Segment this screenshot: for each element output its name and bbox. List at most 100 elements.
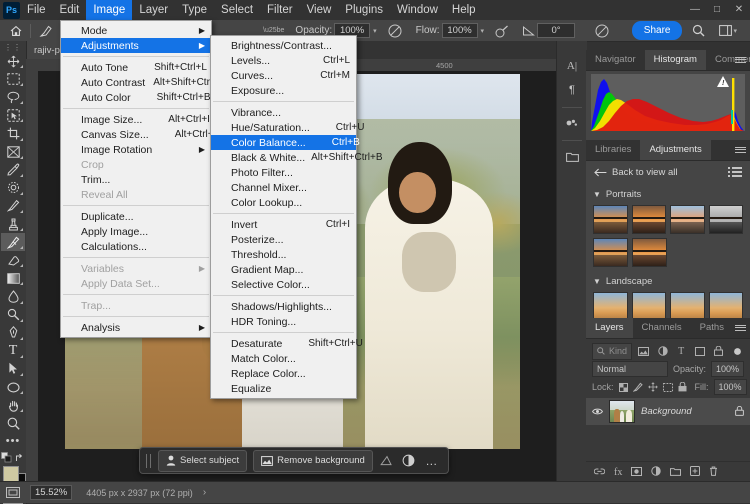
flow-control[interactable]: Flow: 100% ▾ <box>412 20 491 41</box>
panel-menu-icon[interactable] <box>735 145 746 154</box>
menu-item-trim[interactable]: Trim... <box>61 172 211 187</box>
preset-thumbnail[interactable] <box>593 238 628 267</box>
eyedropper-tool[interactable] <box>1 161 25 179</box>
character-panel-button[interactable]: A| <box>560 55 584 77</box>
chevron-down-icon[interactable]: ▾ <box>733 27 737 35</box>
smart-object-filter-icon[interactable] <box>712 344 726 358</box>
tab-paths[interactable]: Paths <box>691 318 733 338</box>
screen-mode-button[interactable] <box>0 487 26 498</box>
menu-item-adjustments[interactable]: Adjustments ▶ <box>61 38 211 53</box>
tab-navigator[interactable]: Navigator <box>586 50 645 70</box>
image-menu-dropdown[interactable]: Mode ▶ Adjustments ▶ Auto Tone Shift+Ctr… <box>60 20 224 338</box>
landscape-group-header[interactable]: ▼ Landscape <box>593 273 743 289</box>
preset-thumbnail[interactable] <box>593 292 628 321</box>
edit-toolbar-button[interactable]: ••• <box>1 432 25 450</box>
menu-item-channel-mixer[interactable]: Channel Mixer... <box>211 180 356 195</box>
menu-item-threshold[interactable]: Threshold... <box>211 247 356 262</box>
menu-item-selective-color[interactable]: Selective Color... <box>211 277 356 292</box>
libraries-button[interactable] <box>560 145 584 167</box>
portraits-group-header[interactable]: ▼ Portraits <box>593 186 743 202</box>
menu-item-photo-filter[interactable]: Photo Filter... <box>211 165 356 180</box>
tab-channels[interactable]: Channels <box>633 318 691 338</box>
layer-row-background[interactable]: Background <box>586 398 750 425</box>
panel-menu-icon[interactable] <box>735 323 746 332</box>
eraser-tool[interactable] <box>1 251 25 269</box>
delete-layer-icon[interactable] <box>709 466 718 478</box>
layer-style-icon[interactable]: fx <box>614 467 622 478</box>
layer-filter-kind[interactable]: Kind <box>592 342 633 360</box>
preset-thumbnail[interactable] <box>708 205 743 234</box>
swap-colors-icon[interactable] <box>15 453 25 463</box>
menu-item-curves[interactable]: Curves... Ctrl+M <box>211 68 356 83</box>
menu-item-duplicate[interactable]: Duplicate... <box>61 209 211 224</box>
history-brush-tool[interactable] <box>1 233 25 252</box>
default-colors-icon[interactable] <box>1 452 12 463</box>
home-button[interactable] <box>0 20 26 41</box>
menu-item-hdr-toning[interactable]: HDR Toning... <box>211 314 356 329</box>
preset-thumbnail[interactable] <box>670 292 705 321</box>
move-tool[interactable] <box>1 52 25 70</box>
horizontal-type-tool[interactable]: T <box>1 342 25 360</box>
menu-item-canvas-size[interactable]: Canvas Size... Alt+Ctrl+C <box>61 127 221 142</box>
dodge-tool[interactable] <box>1 306 25 324</box>
menu-item-vibrance[interactable]: Vibrance... <box>211 105 356 120</box>
menu-item-calculations[interactable]: Calculations... <box>61 239 211 254</box>
menu-item-invert[interactable]: Invert Ctrl+I <box>211 217 356 232</box>
histogram-graph[interactable]: ! <box>591 74 745 131</box>
preset-thumbnail[interactable] <box>631 205 666 234</box>
chevron-down-icon[interactable]: ▾ <box>481 27 485 35</box>
menu-item-hue-saturation[interactable]: Hue/Saturation... Ctrl+U <box>211 120 364 135</box>
menu-item-auto-tone[interactable]: Auto Tone Shift+Ctrl+L <box>61 60 211 75</box>
lock-artboard-icon[interactable] <box>662 380 673 394</box>
lock-icon[interactable] <box>735 405 744 418</box>
menu-view[interactable]: View <box>300 0 339 20</box>
toolbar-grip[interactable]: ⋮⋮ <box>4 43 21 52</box>
layer-thumbnail[interactable] <box>609 400 635 423</box>
eye-icon[interactable] <box>592 407 603 416</box>
menu-item-analysis[interactable]: Analysis ▶ <box>61 320 211 335</box>
menu-item-shadows-highlights[interactable]: Shadows/Highlights... <box>211 299 356 314</box>
menu-item-posterize[interactable]: Posterize... <box>211 232 356 247</box>
panel-menu-icon[interactable] <box>735 55 746 64</box>
preset-thumbnail[interactable] <box>670 205 705 234</box>
layer-name[interactable]: Background <box>641 406 692 417</box>
select-subject-button[interactable]: Select subject <box>158 449 248 472</box>
angle-value[interactable]: 0° <box>537 23 576 38</box>
brush-tool[interactable] <box>1 197 25 215</box>
menu-item-gradient-map[interactable]: Gradient Map... <box>211 262 356 277</box>
menu-plugins[interactable]: Plugins <box>338 0 390 20</box>
menu-item-apply-image[interactable]: Apply Image... <box>61 224 211 239</box>
menu-help[interactable]: Help <box>445 0 483 20</box>
close-button[interactable]: ✕ <box>728 0 750 20</box>
menu-item-exposure[interactable]: Exposure... <box>211 83 356 98</box>
menu-type[interactable]: Type <box>175 0 214 20</box>
menu-item-replace-color[interactable]: Replace Color... <box>211 366 356 381</box>
object-selection-tool[interactable] <box>1 106 25 124</box>
shape-filter-icon[interactable] <box>693 344 707 358</box>
contextual-task-bar[interactable]: Select subject Remove background … <box>139 447 449 474</box>
menu-item-black-and-white[interactable]: Black & White... Alt+Shift+Ctrl+B <box>211 150 383 165</box>
layer-opacity-value[interactable]: 100% <box>710 361 744 377</box>
share-button[interactable]: Share <box>631 21 683 40</box>
flow-value[interactable]: 100% <box>441 23 478 38</box>
preset-thumbnail[interactable] <box>708 292 743 321</box>
workspace-switcher[interactable]: ▾ <box>715 20 744 41</box>
hand-tool[interactable] <box>1 396 25 414</box>
status-expand-arrow[interactable]: › <box>203 487 206 498</box>
lasso-tool[interactable] <box>1 88 25 106</box>
tab-layers[interactable]: Layers <box>586 318 633 338</box>
lock-all-icon[interactable] <box>678 380 687 394</box>
spot-healing-brush-tool[interactable] <box>1 179 25 197</box>
link-layers-icon[interactable] <box>593 467 606 478</box>
tablet-pressure-toggle[interactable] <box>591 20 613 41</box>
blur-tool[interactable] <box>1 287 25 305</box>
opacity-pressure-toggle[interactable] <box>384 20 406 41</box>
lock-position-icon[interactable] <box>647 380 658 394</box>
rectangular-marquee-tool[interactable] <box>1 70 25 88</box>
pen-tool[interactable] <box>1 324 25 342</box>
adjustment-filter-icon[interactable] <box>656 344 670 358</box>
preset-thumbnail[interactable] <box>632 238 667 267</box>
airbrush-toggle[interactable] <box>491 20 514 41</box>
filter-power-icon[interactable] <box>730 344 744 358</box>
lock-image-icon[interactable] <box>632 380 643 394</box>
